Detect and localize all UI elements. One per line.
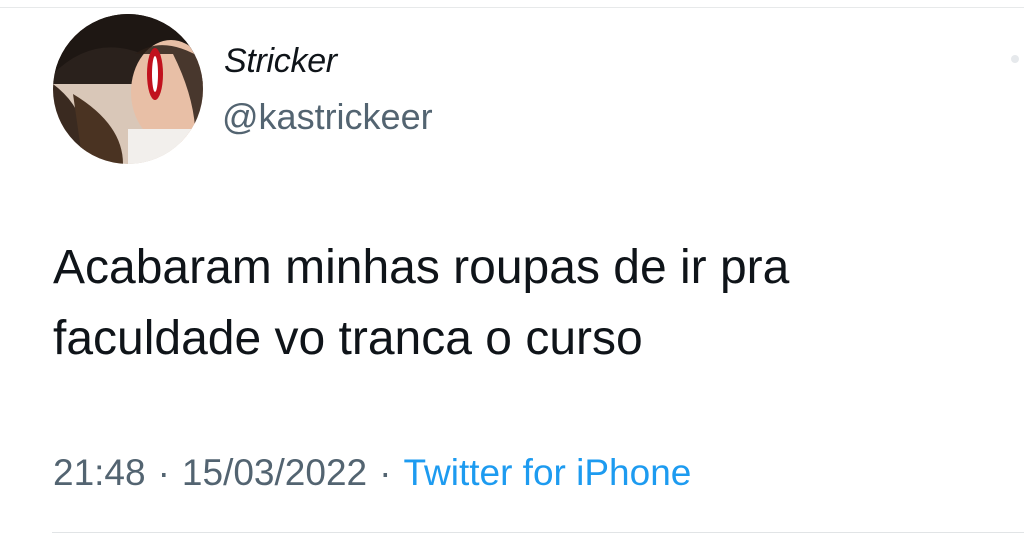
profile-photo-icon bbox=[53, 14, 203, 164]
user-handle[interactable]: @kastrickeer bbox=[222, 96, 433, 138]
tweet-source-link[interactable]: Twitter for iPhone bbox=[403, 452, 691, 493]
more-options-icon[interactable] bbox=[1011, 55, 1019, 63]
avatar[interactable] bbox=[53, 14, 203, 164]
tweet-text-line-2: faculdade vo tranca o curso bbox=[53, 312, 643, 365]
tweet-meta: 21:48 · 15/03/2022 · Twitter for iPhone bbox=[53, 452, 691, 494]
bottom-divider bbox=[52, 532, 1024, 533]
top-divider bbox=[0, 7, 1024, 8]
display-name[interactable]: Stricker bbox=[224, 42, 337, 81]
meta-separator: · bbox=[157, 452, 170, 493]
tweet-text: Acabaram minhas roupas de ir pra faculda… bbox=[53, 232, 993, 374]
tweet-date[interactable]: 15/03/2022 bbox=[182, 452, 367, 493]
tweet-time[interactable]: 21:48 bbox=[53, 452, 146, 493]
meta-separator: · bbox=[379, 452, 392, 493]
tweet-text-line-1: Acabaram minhas roupas de ir pra bbox=[53, 241, 790, 294]
